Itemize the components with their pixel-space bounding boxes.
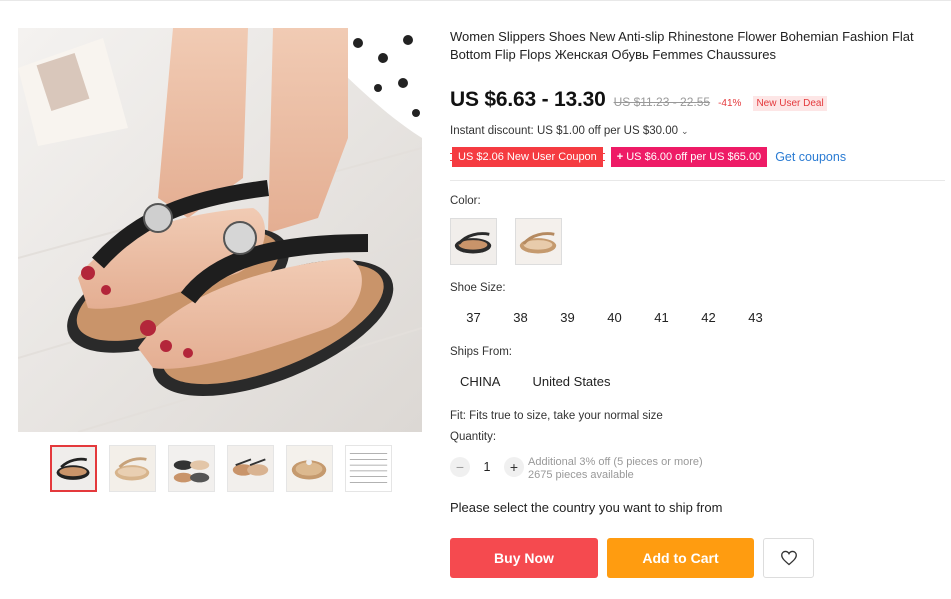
thumbnail-4[interactable] <box>227 445 274 492</box>
store-coupon-label: US $6.00 off per US $65.00 <box>626 151 762 163</box>
ships-from-options: CHINA United States <box>450 370 633 394</box>
shoe-size-options: 37 38 39 40 41 42 43 <box>450 306 779 330</box>
size-option-38[interactable]: 38 <box>497 306 544 330</box>
ship-option-united-states[interactable]: United States <box>522 370 620 394</box>
section-divider <box>450 180 945 181</box>
thumbnail-1[interactable] <box>50 445 97 492</box>
shoe-size-label: Shoe Size: <box>450 282 506 294</box>
bulk-discount-text: Additional 3% off (5 pieces or more) <box>528 456 703 468</box>
price-row: US $6.63 - 13.30 US $11.23 - 22.55 -41% … <box>450 88 827 112</box>
top-divider <box>0 0 951 1</box>
size-option-41[interactable]: 41 <box>638 306 685 330</box>
size-option-42[interactable]: 42 <box>685 306 732 330</box>
fit-note: Fit: Fits true to size, take your normal… <box>450 410 663 422</box>
chevron-down-icon: ⌄ <box>681 125 689 136</box>
current-price: US $6.63 - 13.30 <box>450 88 606 111</box>
thumbnail-strip <box>50 445 392 492</box>
color-label: Color: <box>450 195 481 207</box>
size-option-43[interactable]: 43 <box>732 306 779 330</box>
select-country-prompt: Please select the country you want to sh… <box>450 500 723 515</box>
plus-icon: + <box>616 151 624 163</box>
color-options <box>450 218 562 265</box>
decrease-quantity-button[interactable]: − <box>450 457 470 477</box>
size-option-39[interactable]: 39 <box>544 306 591 330</box>
coupon-row: US $2.06 New User Coupon + US $6.00 off … <box>450 147 846 167</box>
quantity-label: Quantity: <box>450 431 497 443</box>
buy-now-button[interactable]: Buy Now <box>450 538 598 578</box>
new-user-deal-badge: New User Deal <box>753 96 827 111</box>
discount-percent: -41% <box>718 98 742 109</box>
wishlist-button[interactable] <box>763 538 814 578</box>
thumbnail-2[interactable] <box>109 445 156 492</box>
stock-available-text: 2675 pieces available <box>528 469 634 481</box>
instant-discount-text: Instant discount: US $1.00 off per US $3… <box>450 125 679 137</box>
instant-discount[interactable]: Instant discount: US $1.00 off per US $3… <box>450 125 689 137</box>
original-price: US $11.23 - 22.55 <box>613 95 711 109</box>
store-coupon[interactable]: + US $6.00 off per US $65.00 <box>610 147 768 167</box>
get-coupons-link[interactable]: Get coupons <box>775 150 846 164</box>
main-product-image[interactable] <box>18 28 422 432</box>
color-swatch-black[interactable] <box>450 218 497 265</box>
new-user-coupon[interactable]: US $2.06 New User Coupon <box>450 147 605 167</box>
ship-option-china[interactable]: CHINA <box>450 370 510 394</box>
thumbnail-5[interactable] <box>286 445 333 492</box>
size-option-40[interactable]: 40 <box>591 306 638 330</box>
thumbnail-3[interactable] <box>168 445 215 492</box>
ships-from-label: Ships From: <box>450 346 512 358</box>
product-title: Women Slippers Shoes New Anti-slip Rhine… <box>450 29 914 62</box>
quantity-info: Additional 3% off (5 pieces or more) 267… <box>528 456 703 482</box>
thumbnail-6-size-chart[interactable] <box>345 445 392 492</box>
quantity-stepper: − 1 + <box>450 457 524 477</box>
increase-quantity-button[interactable]: + <box>504 457 524 477</box>
size-option-37[interactable]: 37 <box>450 306 497 330</box>
color-swatch-beige[interactable] <box>515 218 562 265</box>
quantity-value[interactable]: 1 <box>478 460 496 474</box>
add-to-cart-button[interactable]: Add to Cart <box>607 538 754 578</box>
heart-icon <box>780 550 797 566</box>
